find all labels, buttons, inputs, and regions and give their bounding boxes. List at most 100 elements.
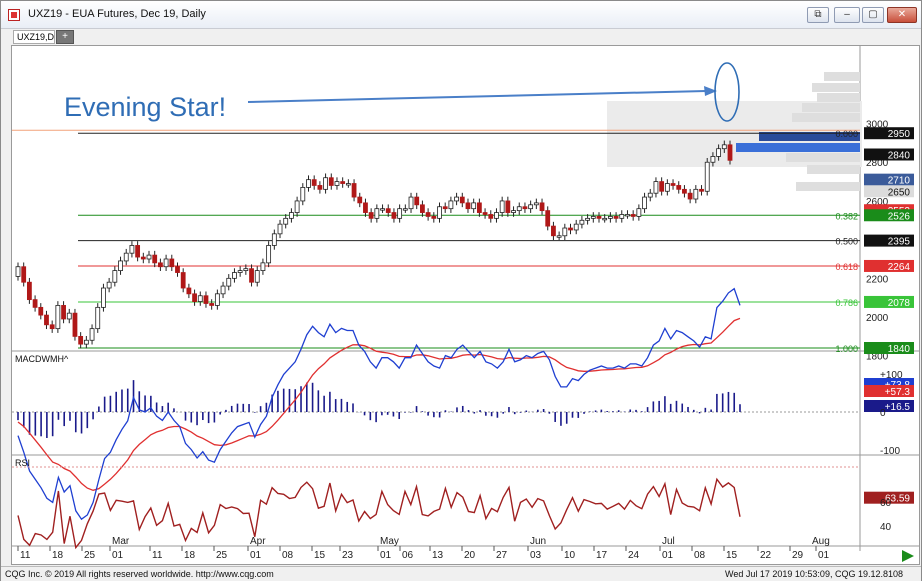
candle-down — [522, 206, 528, 210]
link-window-button[interactable]: ⧉ — [807, 7, 829, 23]
date-tick-label: 13 — [432, 550, 444, 561]
candle-down — [488, 214, 494, 219]
candle-up — [15, 266, 21, 277]
candle-up — [511, 210, 516, 213]
candle-down — [357, 196, 363, 204]
candle-down — [140, 256, 146, 260]
candle-down — [465, 202, 471, 210]
tab-uxz19-daily[interactable]: UXZ19,D — [13, 30, 55, 44]
close-button[interactable]: ✕ — [887, 7, 917, 23]
candle-up — [260, 262, 266, 272]
candle-up — [237, 270, 243, 273]
candle-up — [710, 156, 716, 163]
volume-profile-bar — [786, 153, 860, 162]
candle-down — [539, 202, 545, 212]
evening-star-label: Evening Star! — [64, 92, 226, 122]
minimize-button[interactable]: – — [834, 7, 860, 23]
price-badge: 2264 — [888, 262, 911, 273]
candle-up — [271, 233, 277, 246]
scroll-right-icon[interactable] — [902, 550, 914, 562]
candle-down — [135, 245, 141, 258]
candle-up — [118, 260, 123, 272]
volume-profile-bar — [812, 83, 860, 92]
candle-up — [528, 204, 534, 210]
candle-up — [607, 216, 613, 219]
date-tick-label: 01 — [112, 550, 124, 561]
candle-up — [232, 272, 237, 279]
candle-up — [83, 339, 89, 345]
cqg-app-icon — [8, 9, 20, 21]
candle-up — [345, 183, 351, 186]
annotation-arrow-line — [247, 90, 707, 103]
candle-up — [374, 208, 380, 219]
title-bar[interactable]: UXZ19 - EUA Futures, Dec 19, Daily ⧉ – ▢… — [1, 1, 921, 29]
price-chart-svg[interactable]: 30002800260024002200200018000.0000.3820.… — [12, 46, 919, 564]
volume-profile-bar — [817, 93, 860, 102]
volume-profile-poc — [736, 143, 860, 152]
candle-down — [157, 262, 163, 268]
candle-up — [647, 192, 653, 198]
copyright-text: CQG Inc. © 2019 All rights reserved worl… — [5, 569, 274, 579]
candle-down — [687, 192, 693, 200]
candle-down — [209, 303, 215, 306]
candle-down — [568, 227, 573, 231]
timestamp-text: Wed Jul 17 2019 10:53:09, CQG 19.12.8108 — [725, 569, 903, 579]
price-badge: 2078 — [888, 298, 911, 309]
candle-up — [408, 196, 414, 210]
rsi-axis-tick: 60 — [880, 498, 892, 509]
price-axis-tick: 2200 — [866, 274, 889, 285]
candle-up — [101, 287, 106, 308]
month-label: Aug — [812, 536, 830, 547]
date-tick-label: 11 — [152, 550, 163, 561]
candle-down — [152, 254, 158, 264]
candle-up — [533, 202, 539, 206]
candle-up — [516, 206, 522, 212]
chart-area[interactable]: 30002800260024002200200018000.0000.3820.… — [11, 45, 920, 565]
date-tick-label: 06 — [402, 550, 414, 561]
candle-down — [425, 212, 431, 217]
candle-up — [704, 161, 710, 192]
candle-up — [123, 252, 129, 262]
candle-up — [642, 196, 647, 210]
maximize-button[interactable]: ▢ — [862, 7, 884, 23]
macd-panel-title: MACDWMH^ — [15, 354, 69, 364]
price-axis-tick: 2000 — [866, 313, 889, 324]
candle-down — [596, 216, 602, 219]
date-tick-label: 20 — [464, 550, 476, 561]
candle-down — [317, 185, 323, 190]
candle-up — [716, 148, 722, 157]
macd-line — [17, 287, 741, 521]
add-tab-button[interactable]: + — [56, 30, 74, 44]
volume-profile-bar — [796, 182, 860, 191]
macd-axis-tick: -100 — [880, 446, 900, 457]
candle-up — [562, 227, 568, 237]
fib-level-label: 0.786 — [835, 298, 858, 308]
volume-profile-bar — [824, 72, 860, 81]
candle-down — [482, 212, 488, 215]
candle-up — [585, 217, 590, 221]
candle-down — [21, 266, 27, 283]
rsi-panel-title: RSI — [15, 458, 30, 468]
date-tick-label: 18 — [184, 550, 196, 561]
candle-down — [505, 200, 511, 213]
candle-down — [727, 144, 733, 161]
candle-down — [551, 225, 556, 237]
candle-up — [437, 206, 442, 219]
date-tick-label: 01 — [250, 550, 262, 561]
candle-up — [197, 295, 203, 302]
candle-down — [682, 188, 687, 194]
candle-down — [351, 183, 357, 198]
candle-up — [289, 212, 294, 219]
fib-level-label: 0.500 — [835, 237, 858, 247]
candle-down — [186, 287, 192, 295]
candle-up — [556, 235, 562, 238]
date-tick-label: 27 — [496, 550, 508, 561]
candle-down — [476, 202, 482, 213]
candle-up — [334, 181, 340, 186]
candle-down — [49, 324, 55, 330]
candle-up — [323, 177, 328, 190]
date-tick-label: 22 — [760, 550, 772, 561]
candle-down — [442, 206, 448, 210]
volume-profile-bar — [802, 103, 860, 112]
candle-up — [146, 254, 152, 260]
